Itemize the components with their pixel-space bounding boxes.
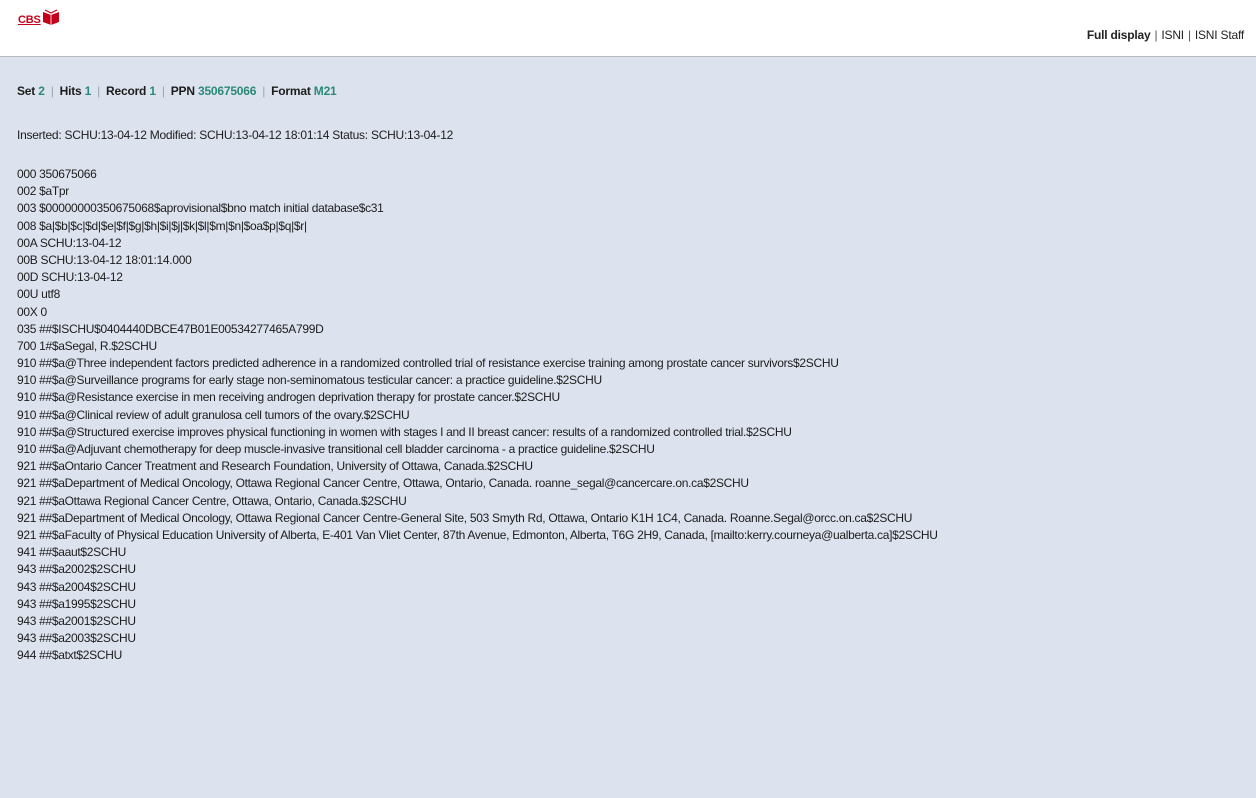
top-bar: CBS Full display | ISNI | ISNI Staff xyxy=(0,0,1256,57)
record-value: 1 xyxy=(149,84,156,98)
record-field-line: 921 ##$aDepartment of Medical Oncology, … xyxy=(17,476,749,491)
record-field-line: 921 ##$aDepartment of Medical Oncology, … xyxy=(17,510,913,525)
record-field-line: 00U utf8 xyxy=(17,287,60,302)
record-field-line: 035 ##$ISCHU$0404440DBCE47B01E0053427746… xyxy=(17,321,324,336)
view-nav: Full display | ISNI | ISNI Staff xyxy=(1087,28,1244,42)
info-separator: | xyxy=(262,84,266,98)
record-field-line: 003 $00000000350675068$aprovisional$bno … xyxy=(17,201,384,216)
record-field-line: 002 $aTpr xyxy=(17,184,70,199)
info-separator: | xyxy=(161,84,165,98)
record-field-line: 941 ##$aaut$2SCHU xyxy=(17,545,126,560)
record-field-line: 943 ##$a2001$2SCHU xyxy=(17,613,136,628)
record-field-line: 000 350675066 xyxy=(17,167,97,181)
record-field-line: 700 1#$aSegal, R.$2SCHU xyxy=(17,338,157,353)
nav-separator: | xyxy=(1187,28,1191,42)
logo-text: CBS xyxy=(18,14,41,26)
ppn-value[interactable]: 350675066 xyxy=(198,84,256,98)
record-field-line: 910 ##$a@Structured exercise improves ph… xyxy=(17,424,792,439)
record-field-line: 00B SCHU:13-04-12 18:01:14.000 xyxy=(17,252,192,267)
set-label: Set xyxy=(17,84,36,98)
format-label: Format xyxy=(271,84,311,98)
record-field-line: 00D SCHU:13-04-12 xyxy=(17,270,123,285)
record-field-line: 910 ##$a@Surveillance programs for early… xyxy=(17,373,602,388)
record-panel: Set 2 | Hits 1 | Record 1 | PPN 350675066 | Form… xyxy=(0,57,1256,798)
record-field-line: 910 ##$a@Clinical review of adult granul… xyxy=(17,407,410,422)
record-label: Record xyxy=(106,84,147,98)
record-field-line: 00A SCHU:13-04-12 xyxy=(17,235,122,250)
record-field-line: 921 ##$aOttawa Regional Cancer Centre, O… xyxy=(17,493,407,508)
book-logo-icon xyxy=(42,9,59,25)
record-field-line: 910 ##$a@Adjuvant chemotherapy for deep … xyxy=(17,442,655,456)
hits-label: Hits xyxy=(59,84,82,98)
marc-record: 000 350675066 002 $aTpr 003 $0000000035067… xyxy=(17,166,938,664)
record-field-line: 944 ##$atxt$2SCHU xyxy=(17,648,122,663)
ppn-label: PPN xyxy=(170,84,195,98)
record-field-line: 00X 0 xyxy=(17,304,47,319)
record-field-line: 943 ##$a1995$2SCHU xyxy=(17,596,136,611)
record-field-line: 008 $a|$b|$c|$d|$e|$f|$g|$h|$i|$j|$k|$l|… xyxy=(17,218,307,233)
record-status-line: Inserted: SCHU:13-04-12 Modified: SCHU:1… xyxy=(17,128,454,142)
info-separator: | xyxy=(50,84,54,98)
cbs-logo[interactable]: CBS xyxy=(18,9,60,26)
record-field-line: 910 ##$a@Resistance exercise in men rece… xyxy=(17,390,560,405)
record-field-line: 921 ##$aFaculty of Physical Education Un… xyxy=(17,527,938,542)
record-info-bar: Set 2 | Hits 1 | Record 1 | PPN 350675066 | Form… xyxy=(17,84,337,98)
record-field-line: 943 ##$a2004$2SCHU xyxy=(17,579,136,594)
format-value[interactable]: M21 xyxy=(314,84,337,98)
nav-isni-staff-link[interactable]: ISNI Staff xyxy=(1195,28,1244,42)
record-field-line: 910 ##$a@Three independent factors predi… xyxy=(17,356,839,371)
nav-isni-link[interactable]: ISNI xyxy=(1161,28,1184,42)
nav-separator: | xyxy=(1154,28,1158,42)
set-value[interactable]: 2 xyxy=(38,84,45,98)
record-field-line: 943 ##$a2003$2SCHU xyxy=(17,631,136,646)
info-separator: | xyxy=(97,84,101,98)
record-field-line: 943 ##$a2002$2SCHU xyxy=(17,562,136,577)
nav-full-display-link[interactable]: Full display xyxy=(1087,28,1151,42)
record-field-line: 921 ##$aOntario Cancer Treatment and Res… xyxy=(17,459,533,474)
